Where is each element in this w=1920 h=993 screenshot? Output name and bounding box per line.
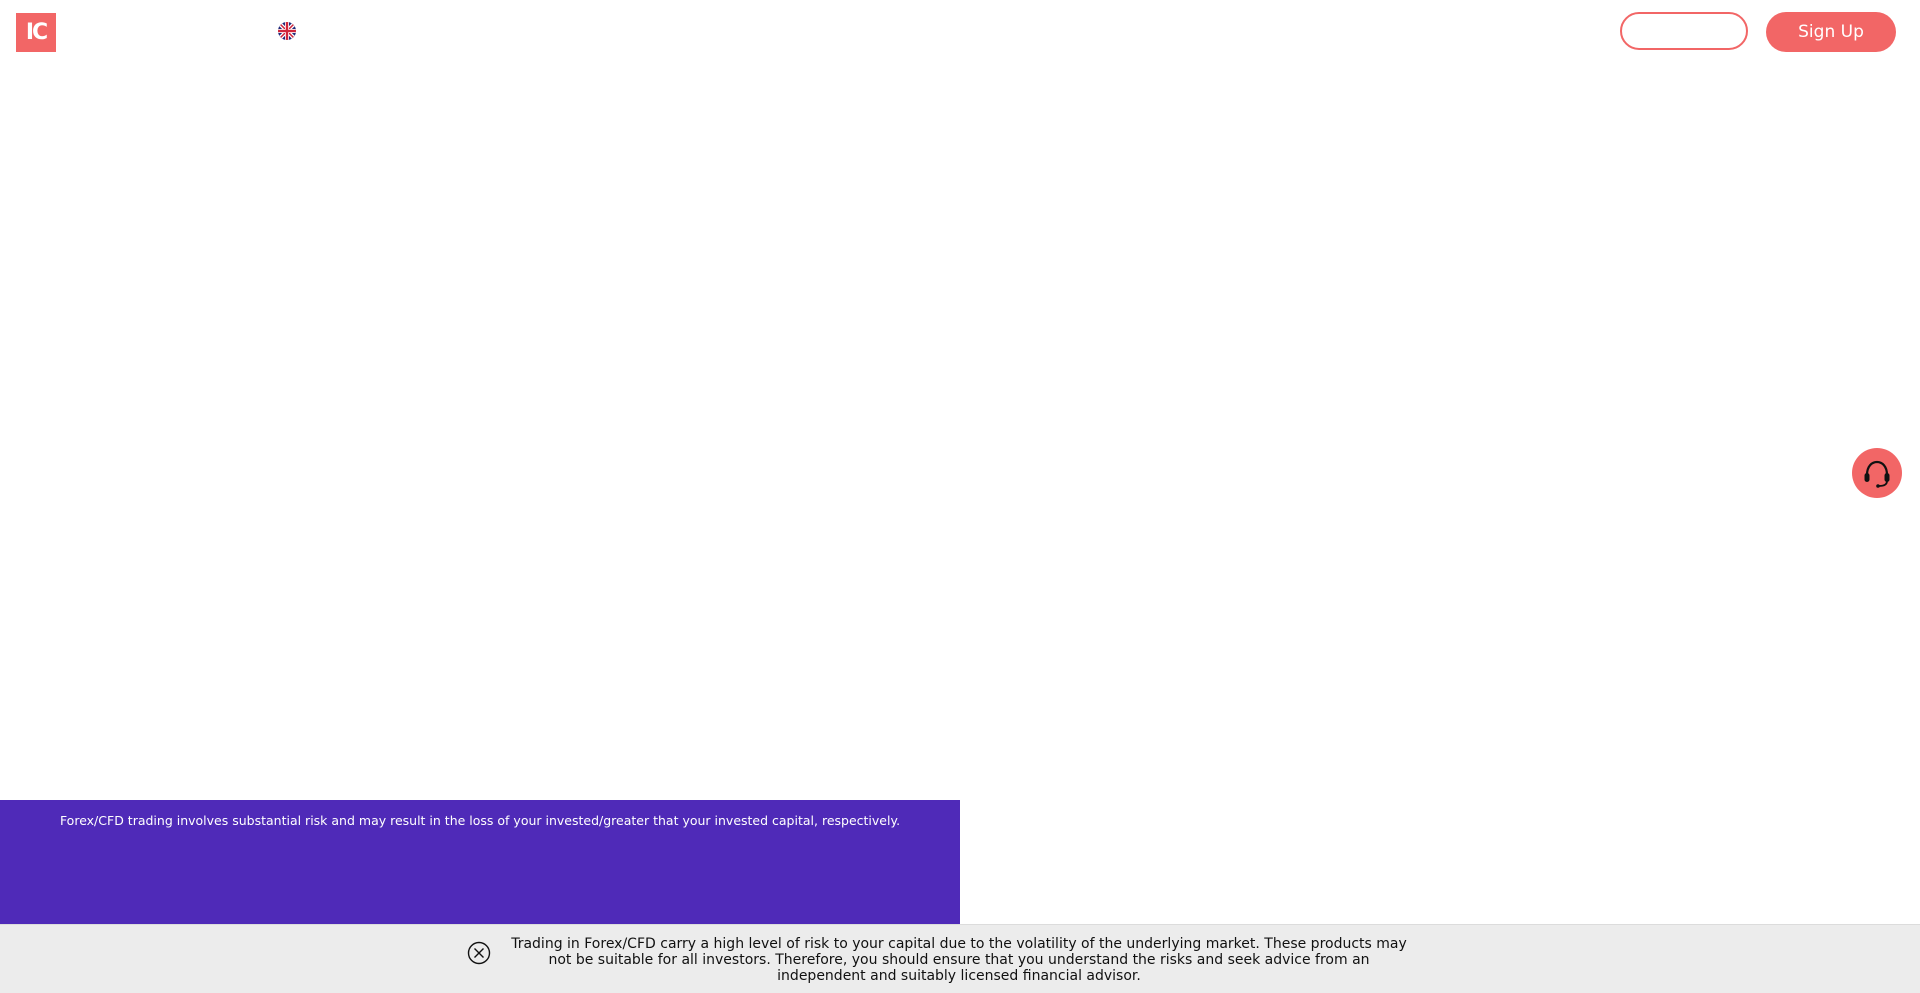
close-circle-icon[interactable]: [467, 941, 491, 965]
logo[interactable]: IC: [16, 13, 56, 52]
signup-button[interactable]: Sign Up: [1766, 12, 1896, 52]
uk-flag-icon[interactable]: [278, 22, 296, 40]
page: IC Sign Up Forex/CFD trading involves su…: [0, 0, 1920, 993]
support-button[interactable]: [1852, 448, 1902, 498]
disclaimer-text: Trading in Forex/CFD carry a high level …: [511, 936, 1407, 984]
risk-warning-banner: Forex/CFD trading involves substantial r…: [0, 800, 960, 924]
header: IC Sign Up: [0, 0, 1920, 64]
disclaimer-bar: Trading in Forex/CFD carry a high level …: [0, 924, 1920, 993]
headset-icon: [1864, 460, 1890, 488]
login-button[interactable]: [1620, 12, 1748, 50]
risk-warning-text: Forex/CFD trading involves substantial r…: [59, 813, 901, 828]
